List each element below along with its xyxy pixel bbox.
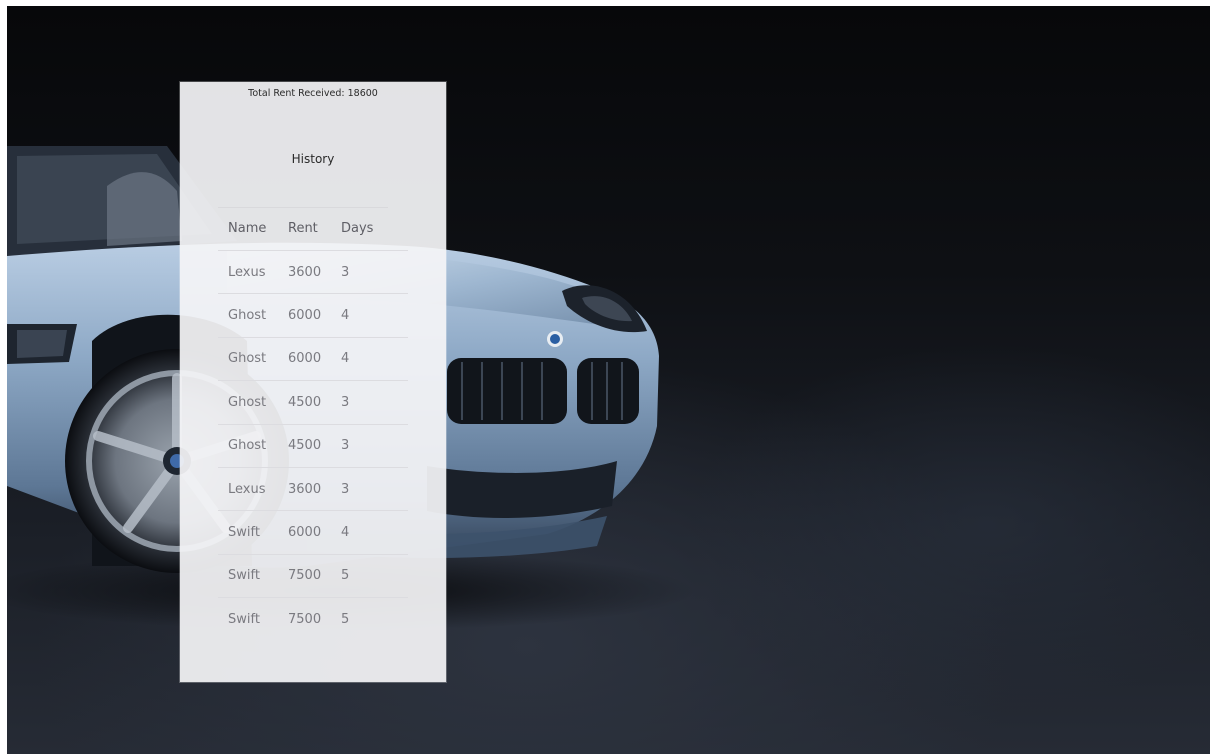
cell-days: 3 xyxy=(341,394,350,410)
table-row: Ghost 4500 3 xyxy=(218,381,408,425)
cell-days: 3 xyxy=(341,438,350,454)
cell-name: Ghost xyxy=(228,351,267,367)
table-row: Lexus 3600 3 xyxy=(218,468,408,512)
cell-name: Lexus xyxy=(228,264,266,280)
column-header-name: Name xyxy=(228,221,267,236)
table-header-row: Name Rent Days xyxy=(218,207,408,251)
column-header-rent: Rent xyxy=(288,221,318,236)
cell-rent: 7500 xyxy=(288,568,322,584)
history-panel: Total Rent Received: 18600 History Name … xyxy=(180,82,446,682)
table-row: Swift 7500 5 xyxy=(218,598,408,640)
cell-days: 4 xyxy=(341,525,350,541)
app-frame: Total Rent Received: 18600 History Name … xyxy=(0,0,1210,754)
total-rent-received: Total Rent Received: 18600 xyxy=(248,88,378,99)
history-title: History xyxy=(291,152,335,166)
history-table: Name Rent Days Lexus 3600 3 Ghost 6000 4… xyxy=(218,207,408,641)
cell-days: 5 xyxy=(341,568,350,584)
cell-rent: 4500 xyxy=(288,438,322,454)
cell-days: 5 xyxy=(341,611,350,627)
cell-name: Swift xyxy=(228,611,260,627)
cell-name: Lexus xyxy=(228,481,266,497)
table-row: Lexus 3600 3 xyxy=(218,251,408,295)
cell-rent: 3600 xyxy=(288,264,322,280)
cell-name: Ghost xyxy=(228,308,267,324)
cell-name: Ghost xyxy=(228,394,267,410)
table-row: Ghost 4500 3 xyxy=(218,425,408,468)
cell-days: 3 xyxy=(341,481,350,497)
cell-rent: 7500 xyxy=(288,611,322,627)
table-row: Ghost 6000 4 xyxy=(218,294,408,338)
cell-rent: 6000 xyxy=(288,525,322,541)
column-header-days: Days xyxy=(341,221,374,236)
cell-rent: 4500 xyxy=(288,394,322,410)
cell-rent: 6000 xyxy=(288,308,322,324)
table-row: Swift 6000 4 xyxy=(218,511,408,555)
cell-days: 4 xyxy=(341,308,350,324)
cell-days: 3 xyxy=(341,264,350,280)
table-row: Swift 7500 5 xyxy=(218,555,408,599)
table-row: Ghost 6000 4 xyxy=(218,338,408,382)
cell-rent: 3600 xyxy=(288,481,322,497)
cell-name: Ghost xyxy=(228,438,267,454)
cell-rent: 6000 xyxy=(288,351,322,367)
cell-name: Swift xyxy=(228,525,260,541)
cell-days: 4 xyxy=(341,351,350,367)
background-scene: Total Rent Received: 18600 History Name … xyxy=(7,6,1210,754)
cell-name: Swift xyxy=(228,568,260,584)
